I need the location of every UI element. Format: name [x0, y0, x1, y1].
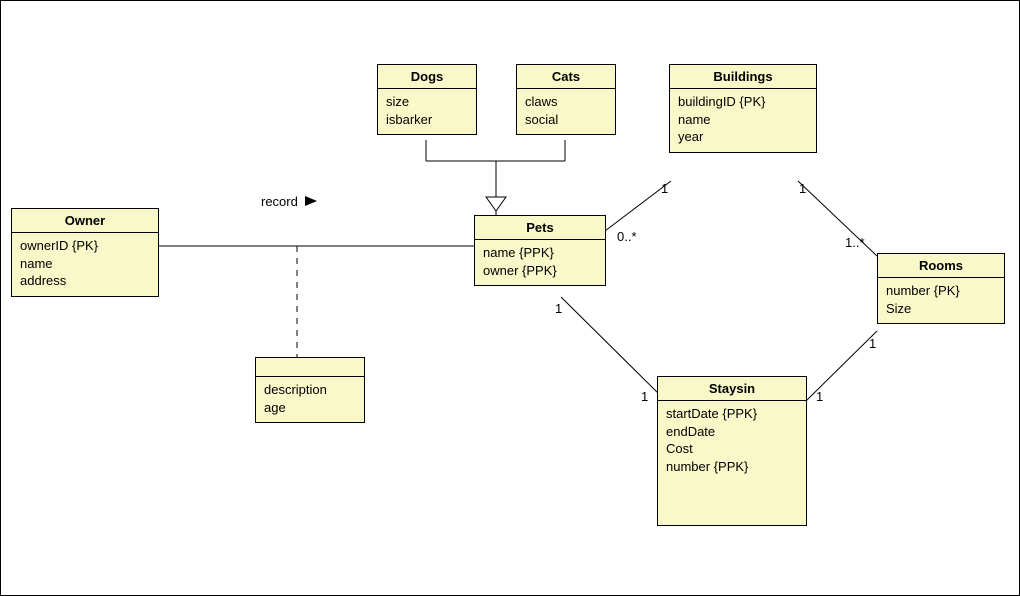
- attr: size: [386, 93, 468, 111]
- attr: buildingID {PK}: [678, 93, 808, 111]
- attr: name: [678, 111, 808, 129]
- entity-owner-title: Owner: [12, 209, 158, 233]
- entity-rooms: Rooms number {PK} Size: [877, 253, 1005, 324]
- entity-rooms-title: Rooms: [878, 254, 1004, 278]
- attr: endDate: [666, 423, 798, 441]
- attr: name {PPK}: [483, 244, 597, 262]
- attr: number {PPK}: [666, 458, 798, 476]
- attr: age: [264, 399, 356, 417]
- arrow-right-icon: [305, 194, 317, 209]
- entity-pets-attrs: name {PPK} owner {PPK}: [475, 240, 605, 285]
- association-label: record: [261, 194, 317, 209]
- mult-rooms-staysin-staysin: 1: [816, 389, 823, 404]
- entity-buildings-attrs: buildingID {PK} name year: [670, 89, 816, 152]
- mult-pets-buildings-pets: 0..*: [617, 229, 637, 244]
- entity-association-attrs: description age: [256, 377, 364, 422]
- entity-staysin-title: Staysin: [658, 377, 806, 401]
- entity-dogs-title: Dogs: [378, 65, 476, 89]
- attr: Cost: [666, 440, 798, 458]
- mult-pets-staysin-pets: 1: [555, 301, 562, 316]
- entity-cats-title: Cats: [517, 65, 615, 89]
- mult-pets-buildings-buildings: 1: [661, 181, 668, 196]
- entity-buildings-title: Buildings: [670, 65, 816, 89]
- attr: year: [678, 128, 808, 146]
- mult-rooms-staysin-rooms: 1: [869, 336, 876, 351]
- entity-cats-attrs: claws social: [517, 89, 615, 134]
- entity-dogs-attrs: size isbarker: [378, 89, 476, 134]
- attr: isbarker: [386, 111, 468, 129]
- connectors: [1, 1, 1020, 596]
- entity-rooms-attrs: number {PK} Size: [878, 278, 1004, 323]
- entity-dogs: Dogs size isbarker: [377, 64, 477, 135]
- entity-staysin: Staysin startDate {PPK} endDate Cost num…: [657, 376, 807, 526]
- entity-pets: Pets name {PPK} owner {PPK}: [474, 215, 606, 286]
- entity-staysin-attrs: startDate {PPK} endDate Cost number {PPK…: [658, 401, 806, 481]
- entity-owner-attrs: ownerID {PK} name address: [12, 233, 158, 296]
- entity-association-title: [256, 358, 364, 377]
- mult-pets-staysin-staysin: 1: [641, 389, 648, 404]
- attr: ownerID {PK}: [20, 237, 150, 255]
- entity-association: description age: [255, 357, 365, 423]
- attr: address: [20, 272, 150, 290]
- diagram-canvas: record Owner ownerID {PK} name address D…: [0, 0, 1020, 596]
- attr: description: [264, 381, 356, 399]
- attr: social: [525, 111, 607, 129]
- attr: startDate {PPK}: [666, 405, 798, 423]
- entity-buildings: Buildings buildingID {PK} name year: [669, 64, 817, 153]
- attr: claws: [525, 93, 607, 111]
- entity-owner: Owner ownerID {PK} name address: [11, 208, 159, 297]
- entity-cats: Cats claws social: [516, 64, 616, 135]
- mult-buildings-rooms-rooms: 1..*: [845, 235, 865, 250]
- attr: Size: [886, 300, 996, 318]
- association-label-text: record: [261, 194, 298, 209]
- attr: number {PK}: [886, 282, 996, 300]
- entity-pets-title: Pets: [475, 216, 605, 240]
- attr: owner {PPK}: [483, 262, 597, 280]
- mult-buildings-rooms-buildings: 1: [799, 181, 806, 196]
- attr: name: [20, 255, 150, 273]
